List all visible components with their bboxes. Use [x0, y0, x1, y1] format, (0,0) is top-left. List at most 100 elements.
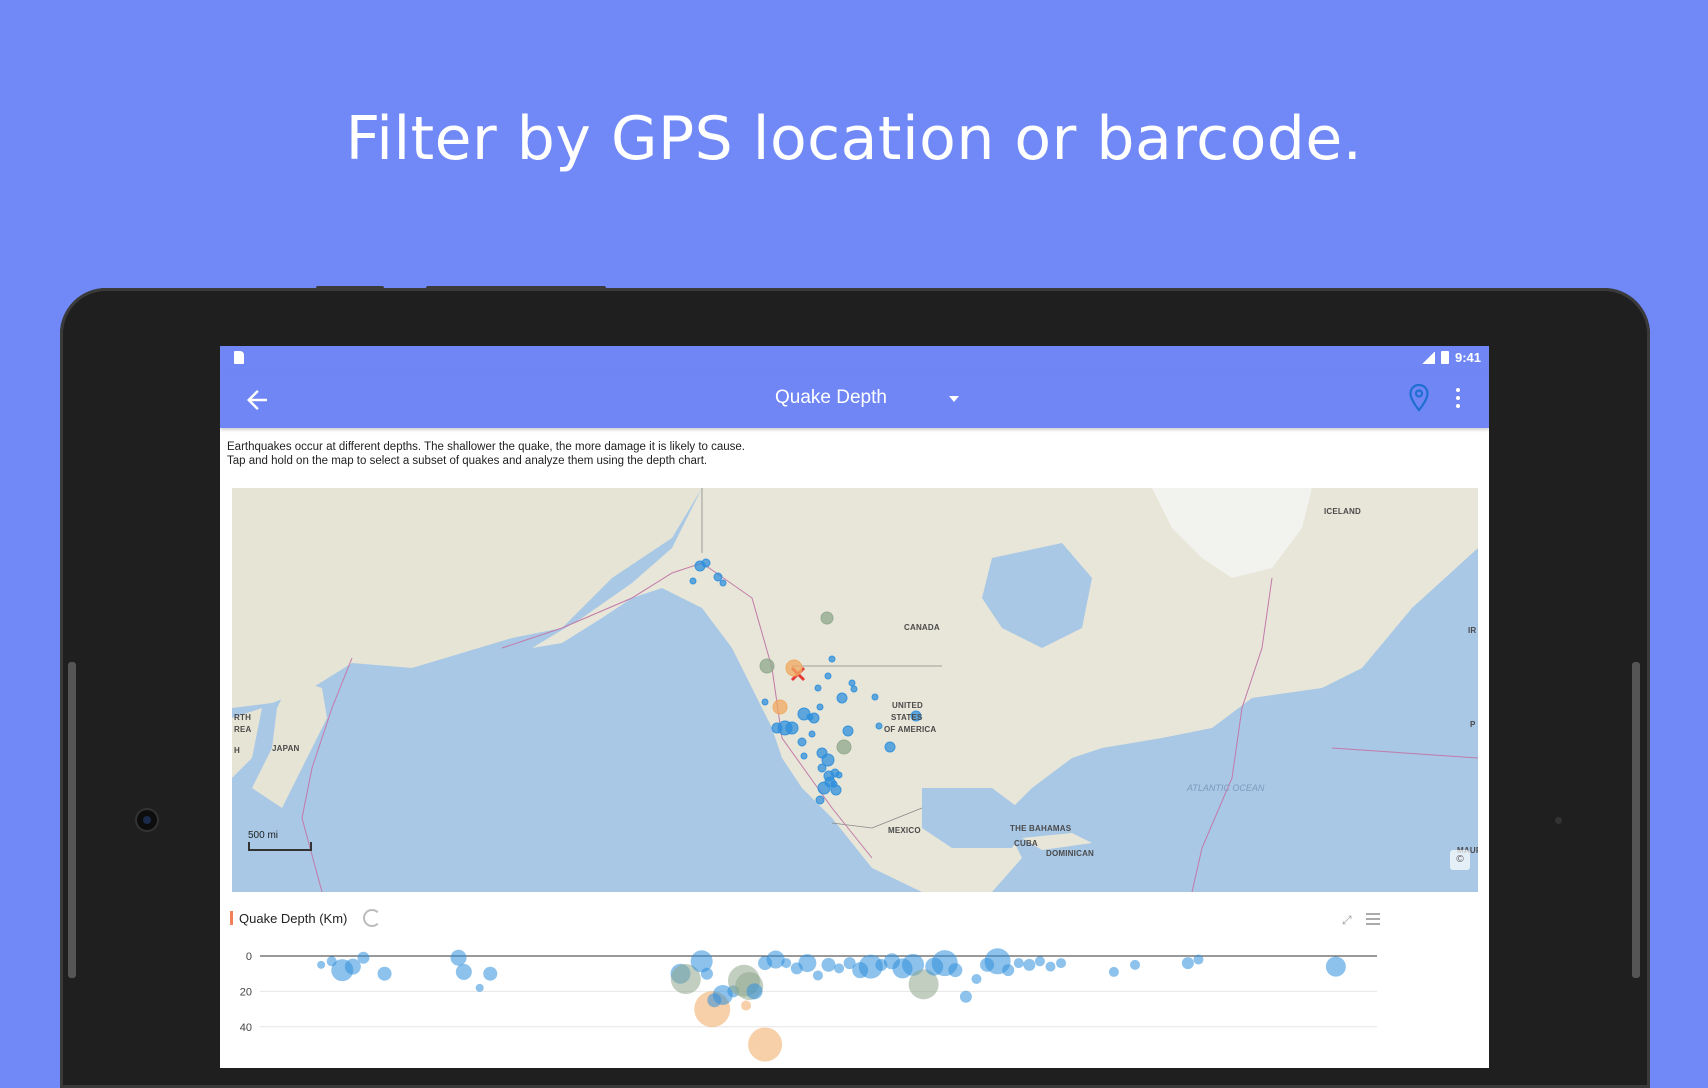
- battery-icon: [1440, 351, 1449, 364]
- map-label-north: RTH: [234, 713, 252, 722]
- map-quake-marker[interactable]: [820, 611, 834, 625]
- chart-point[interactable]: [483, 966, 498, 981]
- chart-point[interactable]: [1193, 954, 1204, 965]
- map-scale-bar: 500 mi: [248, 830, 312, 851]
- map-label-canada: CANADA: [904, 623, 940, 632]
- app-toolbar: Quake Depth: [220, 370, 1489, 428]
- app-screen: 9:41 Quake Depth Earthquakes occur at di…: [220, 346, 1489, 1068]
- chart-point[interactable]: [812, 970, 823, 981]
- chart-point[interactable]: [746, 983, 763, 1000]
- map-quake-marker[interactable]: [800, 752, 808, 760]
- map-quake-marker[interactable]: [808, 730, 816, 738]
- map-quake-marker[interactable]: [701, 558, 711, 568]
- map-quake-marker[interactable]: [713, 572, 723, 582]
- map-quake-marker[interactable]: [761, 698, 769, 706]
- map-quake-marker[interactable]: [785, 721, 799, 735]
- chart-point[interactable]: [1002, 964, 1015, 977]
- map-label-atlantic: ATLANTIC OCEAN: [1187, 783, 1265, 793]
- chart-title: Quake Depth (Km): [239, 910, 348, 926]
- expand-icon[interactable]: ⤢: [1342, 913, 1354, 927]
- chart-point[interactable]: [1023, 958, 1036, 971]
- refresh-icon[interactable]: [363, 909, 382, 927]
- chart-point[interactable]: [834, 963, 845, 974]
- map-quake-marker[interactable]: [689, 577, 697, 585]
- map-quake-marker[interactable]: [797, 707, 811, 721]
- chart-point[interactable]: [798, 954, 817, 973]
- map-quake-marker[interactable]: [817, 763, 827, 773]
- map-quake-marker[interactable]: [842, 725, 854, 737]
- chart-point[interactable]: [1181, 957, 1194, 970]
- description-line-2: Tap and hold on the map to select a subs…: [227, 455, 708, 467]
- back-arrow-icon[interactable]: [242, 385, 272, 415]
- map-label-p: P: [1470, 720, 1476, 729]
- location-pin-icon[interactable]: [1408, 383, 1430, 413]
- depth-chart[interactable]: 0 20 40: [220, 936, 1489, 1068]
- chart-point[interactable]: [475, 983, 484, 992]
- map-quake-marker[interactable]: [871, 693, 879, 701]
- quake-map[interactable]: CANADA UNITED STATES OF AMERICA MEXICO J…: [232, 488, 1478, 892]
- chart-point[interactable]: [450, 949, 467, 966]
- chart-point[interactable]: [948, 963, 963, 978]
- map-quake-marker[interactable]: [830, 780, 838, 788]
- chart-point[interactable]: [781, 958, 792, 969]
- map-quake-marker[interactable]: [828, 655, 836, 663]
- map-label-mexico: MEXICO: [888, 826, 921, 835]
- sd-card-icon: [234, 351, 244, 364]
- map-quake-marker[interactable]: [875, 722, 883, 730]
- headline: Filter by GPS location or barcode.: [345, 104, 1363, 174]
- map-label-japan: JAPAN: [272, 744, 300, 753]
- map-quake-marker[interactable]: [850, 685, 858, 693]
- chart-y-tick-label: 40: [240, 1022, 252, 1034]
- map-label-bahamas: THE BAHAMAS: [1010, 824, 1072, 833]
- map-label-dominican: DOMINICAN: [1046, 849, 1095, 858]
- right-speaker-grille: [1632, 662, 1640, 978]
- list-icon[interactable]: [1366, 913, 1380, 925]
- map-quake-marker[interactable]: [823, 770, 835, 782]
- more-vert-icon[interactable]: [1454, 388, 1462, 410]
- chart-point[interactable]: [741, 1000, 752, 1011]
- map-quake-marker[interactable]: [785, 659, 803, 677]
- chart-point[interactable]: [748, 1027, 783, 1062]
- map-quake-marker[interactable]: [835, 771, 843, 779]
- chart-point[interactable]: [317, 960, 326, 969]
- map-quake-marker[interactable]: [848, 679, 856, 687]
- chart-point[interactable]: [1013, 958, 1024, 969]
- map-quake-marker[interactable]: [824, 672, 832, 680]
- map-quake-marker[interactable]: [884, 741, 896, 753]
- map-quake-marker[interactable]: [814, 684, 822, 692]
- chevron-down-icon[interactable]: [949, 396, 959, 402]
- map-attribution[interactable]: ©: [1450, 850, 1470, 870]
- chart-point[interactable]: [821, 957, 836, 972]
- chart-header: Quake Depth (Km): [230, 909, 382, 927]
- lte-signal-icon: [1420, 351, 1435, 364]
- chart-point[interactable]: [766, 950, 785, 969]
- map-quake-marker[interactable]: [836, 739, 852, 755]
- map-quake-marker[interactable]: [772, 699, 788, 715]
- map-quake-markers[interactable]: [232, 488, 1478, 892]
- chart-point[interactable]: [357, 951, 370, 964]
- chart-point[interactable]: [959, 990, 972, 1003]
- chart-point[interactable]: [1056, 958, 1067, 969]
- map-quake-marker[interactable]: [817, 781, 831, 795]
- chart-point[interactable]: [1034, 956, 1045, 967]
- map-quake-marker[interactable]: [719, 579, 727, 587]
- chart-point[interactable]: [1045, 961, 1056, 972]
- map-label-usa-3: OF AMERICA: [884, 725, 937, 734]
- map-quake-marker[interactable]: [815, 795, 825, 805]
- map-quake-marker[interactable]: [836, 692, 848, 704]
- page-title[interactable]: Quake Depth: [775, 387, 887, 409]
- chart-point[interactable]: [377, 966, 392, 981]
- chart-point[interactable]: [1108, 966, 1119, 977]
- chart-point[interactable]: [700, 967, 713, 980]
- chart-point[interactable]: [455, 963, 472, 980]
- map-scale-label: 500 mi: [248, 830, 279, 841]
- map-quake-marker[interactable]: [816, 703, 824, 711]
- map-quake-marker[interactable]: [797, 737, 807, 747]
- map-label-cuba: CUBA: [1014, 839, 1038, 848]
- map-quake-marker[interactable]: [759, 658, 775, 674]
- chart-point[interactable]: [1325, 956, 1346, 977]
- chart-point[interactable]: [971, 974, 982, 985]
- map-label-korea: REA: [234, 725, 252, 734]
- map-label-h: H: [234, 746, 240, 755]
- chart-point[interactable]: [1130, 959, 1141, 970]
